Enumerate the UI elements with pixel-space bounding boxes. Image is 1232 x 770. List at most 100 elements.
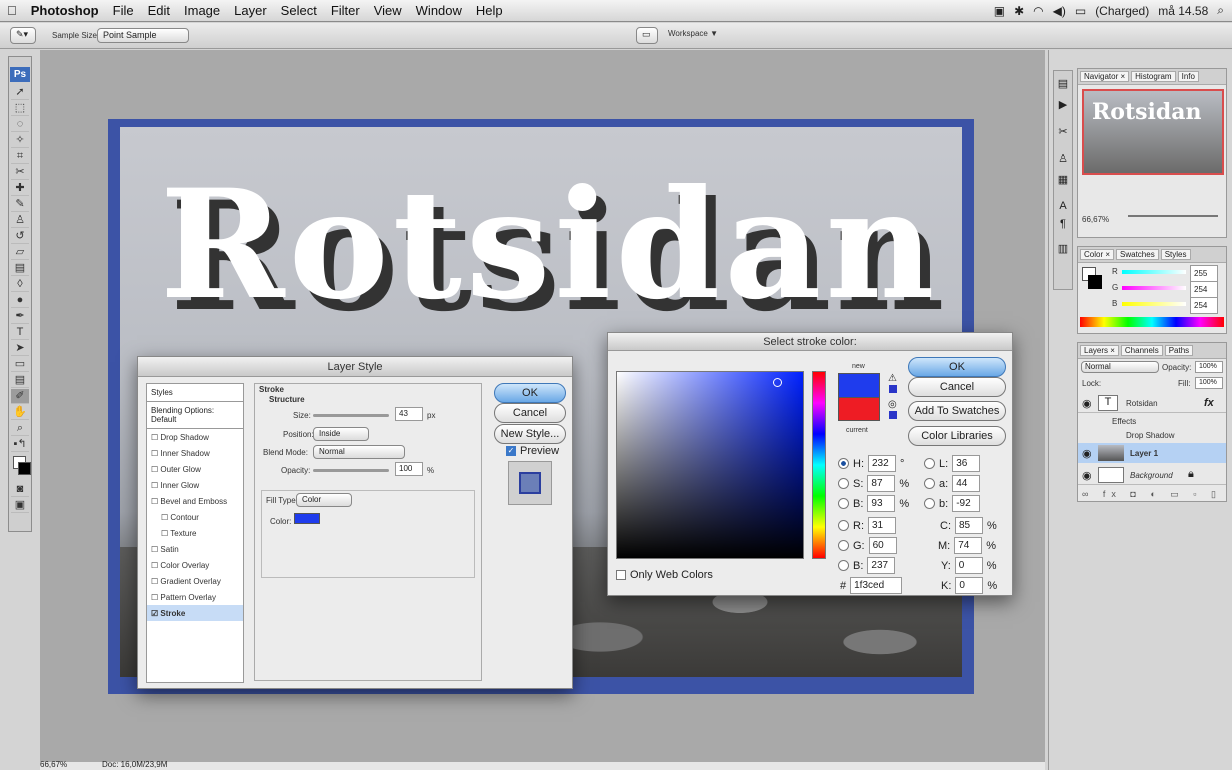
effects-row[interactable]: Effects: [1112, 417, 1136, 426]
blue-radio[interactable]: [838, 560, 849, 571]
blend-mode-select[interactable]: Normal: [313, 445, 405, 459]
color-libraries-button[interactable]: Color Libraries: [908, 426, 1006, 446]
quick-mask-icon[interactable]: ◙: [11, 482, 29, 497]
brushes-icon[interactable]: ▤: [1054, 77, 1072, 90]
tab-styles[interactable]: Styles: [1160, 249, 1191, 260]
clock[interactable]: må 14.58: [1158, 4, 1208, 18]
opacity-slider[interactable]: [313, 469, 389, 472]
tool-presets-icon[interactable]: ✂: [1054, 125, 1072, 138]
path-selection-tool-icon[interactable]: ➤: [11, 341, 29, 356]
style-item-bevel[interactable]: ☐ Bevel and Emboss: [147, 493, 243, 509]
y-input[interactable]: 0: [954, 557, 983, 574]
menu-edit[interactable]: Edit: [141, 3, 177, 18]
blend-mode-select[interactable]: Normal: [1081, 361, 1159, 373]
fill-type-select[interactable]: Color: [296, 493, 352, 507]
zoom-tool-icon[interactable]: ⌕: [11, 421, 29, 436]
color-picker-ok-button[interactable]: OK: [908, 357, 1006, 377]
style-item-drop-shadow[interactable]: ☐ Drop Shadow: [147, 429, 243, 445]
checkbox-unchecked-icon[interactable]: [616, 570, 626, 580]
size-value[interactable]: 43: [395, 407, 423, 421]
r-slider[interactable]: [1122, 270, 1186, 274]
actions-icon[interactable]: ▶: [1054, 98, 1072, 111]
preview-checkbox[interactable]: ✓ Preview: [506, 445, 559, 457]
style-item-outer-glow[interactable]: ☐ Outer Glow: [147, 461, 243, 477]
sample-size-select[interactable]: Point Sample: [97, 28, 189, 43]
lab-b-radio[interactable]: [924, 498, 935, 509]
g-input[interactable]: 60: [868, 537, 897, 554]
checkbox-checked-icon[interactable]: ✓: [506, 446, 516, 456]
tab-channels[interactable]: Channels: [1120, 345, 1163, 356]
only-web-colors-checkbox[interactable]: Only Web Colors: [616, 569, 713, 581]
eyedropper-tool-icon[interactable]: ✐: [11, 389, 29, 404]
a-radio[interactable]: [924, 478, 935, 489]
styles-header[interactable]: Styles: [147, 384, 243, 402]
color-ramp[interactable]: [1080, 317, 1224, 327]
b-slider[interactable]: [1122, 302, 1186, 306]
g-value[interactable]: 254: [1190, 281, 1218, 298]
spotlight-icon[interactable]: ⌕: [1217, 3, 1224, 18]
wifi-icon[interactable]: ◠: [1033, 4, 1043, 18]
layer-row-layer1[interactable]: ◉ Layer 1: [1078, 443, 1226, 463]
blur-tool-icon[interactable]: ◊: [11, 277, 29, 292]
screen-mode-icon[interactable]: ▣: [11, 498, 29, 513]
r-radio[interactable]: [838, 520, 849, 531]
s-radio[interactable]: [838, 478, 849, 489]
apple-icon[interactable]: : [0, 3, 24, 18]
r-input[interactable]: 31: [868, 517, 896, 534]
b-radio[interactable]: [838, 498, 849, 509]
move-tool-icon[interactable]: ➚: [11, 85, 29, 100]
l-input[interactable]: 36: [952, 455, 981, 472]
gamut-swatch[interactable]: [889, 385, 897, 393]
layer-style-ok-button[interactable]: OK: [494, 383, 566, 403]
clone-source-icon[interactable]: ♙: [1054, 152, 1072, 165]
slice-tool-icon[interactable]: ✂: [11, 165, 29, 180]
menu-file[interactable]: File: [106, 3, 141, 18]
menu-view[interactable]: View: [367, 3, 409, 18]
tab-paths[interactable]: Paths: [1164, 345, 1194, 356]
tab-navigator[interactable]: Navigator ×: [1080, 71, 1130, 82]
eraser-tool-icon[interactable]: ▱: [11, 245, 29, 260]
paragraph-icon[interactable]: ¶: [1054, 218, 1072, 230]
character-icon[interactable]: A: [1054, 200, 1072, 212]
color-field-cursor[interactable]: [773, 378, 782, 387]
navigator-zoom-slider[interactable]: [1128, 215, 1218, 225]
b-input[interactable]: 93: [867, 495, 896, 512]
type-tool-icon[interactable]: T: [11, 325, 29, 340]
lasso-tool-icon[interactable]: ◌: [11, 117, 29, 132]
g-slider[interactable]: [1122, 286, 1186, 290]
stamp-tool-icon[interactable]: ♙: [11, 213, 29, 228]
web-safe-warning-icon[interactable]: ◎: [888, 399, 897, 410]
a-input[interactable]: 44: [952, 475, 981, 492]
pen-tool-icon[interactable]: ✒: [11, 309, 29, 324]
l-radio[interactable]: [924, 458, 935, 469]
eyedropper-preset-icon[interactable]: ✎▾: [10, 27, 36, 44]
size-slider[interactable]: [313, 414, 389, 417]
m-input[interactable]: 74: [954, 537, 983, 554]
marquee-tool-icon[interactable]: ⬚: [11, 101, 29, 116]
fill-value[interactable]: 100%: [1195, 377, 1223, 389]
color-swatches[interactable]: [11, 454, 31, 480]
style-item-satin[interactable]: ☐ Satin: [147, 541, 243, 557]
menu-image[interactable]: Image: [177, 3, 227, 18]
style-item-texture[interactable]: ☐ Texture: [147, 525, 243, 541]
color-field[interactable]: [616, 371, 804, 559]
zoom-level[interactable]: 66,67%: [40, 760, 67, 769]
menu-layer[interactable]: Layer: [227, 3, 274, 18]
tab-color[interactable]: Color ×: [1080, 249, 1115, 260]
workspace-menu[interactable]: Workspace ▼: [668, 29, 718, 38]
layer-style-cancel-button[interactable]: Cancel: [494, 403, 566, 423]
healing-brush-tool-icon[interactable]: ✚: [11, 181, 29, 196]
display-icon[interactable]: ▣: [994, 4, 1005, 18]
drop-shadow-row[interactable]: Drop Shadow: [1126, 431, 1174, 440]
c-input[interactable]: 85: [955, 517, 983, 534]
tab-info[interactable]: Info: [1177, 71, 1199, 82]
color-picker-cancel-button[interactable]: Cancel: [908, 377, 1006, 397]
lab-b-input[interactable]: -92: [952, 495, 981, 512]
style-item-gradient-overlay[interactable]: ☐ Gradient Overlay: [147, 573, 243, 589]
style-item-stroke[interactable]: ☑ Stroke: [147, 605, 243, 621]
stroke-color-swatch[interactable]: [294, 513, 320, 524]
battery-icon[interactable]: ▭: [1075, 4, 1086, 18]
position-select[interactable]: Inside: [313, 427, 369, 441]
layers-footer-icons[interactable]: ∞ fx ◘ ◐ ▭ ▫ ▯: [1082, 489, 1222, 500]
layer-row-rotsidan[interactable]: ◉ T Rotsidan fx: [1078, 393, 1226, 413]
